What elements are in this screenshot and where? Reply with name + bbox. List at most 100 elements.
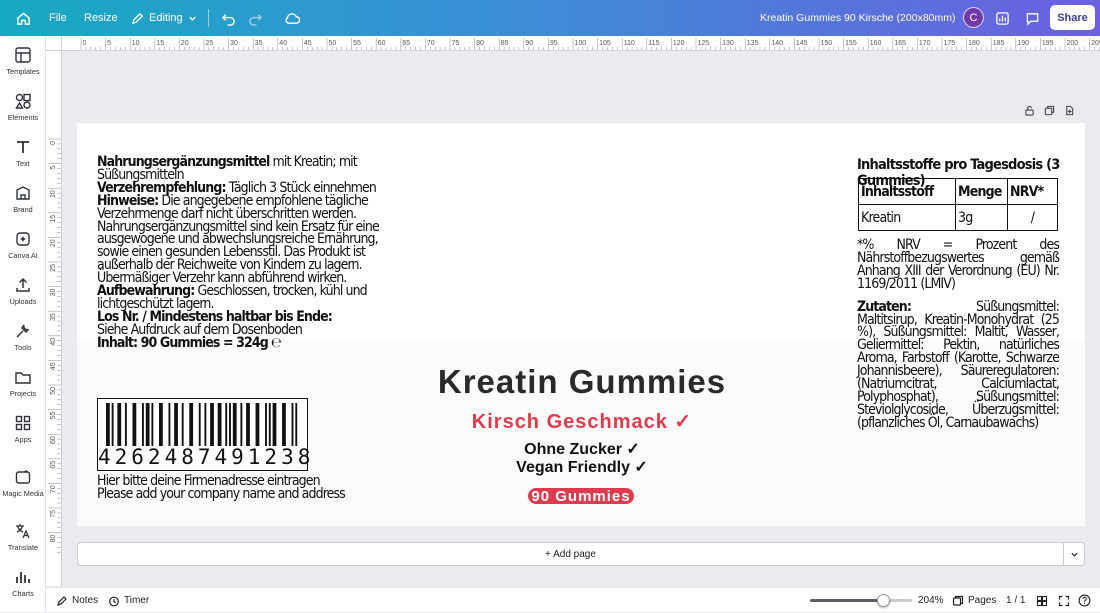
pages-button[interactable]: Pages <box>952 588 996 613</box>
help-icon[interactable] <box>1078 588 1091 613</box>
ruler-tick-label: 195 <box>1042 40 1054 47</box>
vertical-ruler[interactable]: 0 5 10 15 20 25 30 35 40 45 50 55 60 65 70 75 80 <box>46 51 62 586</box>
timer-button[interactable]: Timer <box>108 588 149 613</box>
nutrition-table-header: Inhaltsstoff Menge NRV* <box>858 178 1058 205</box>
sidebar-item-label: Canva AI <box>8 251 38 260</box>
sidebar-item-brand[interactable]: Brand <box>0 178 46 222</box>
add-page-button[interactable]: + Add page <box>77 542 1064 566</box>
nutrition-table[interactable]: Inhaltsstoff Menge NRV* Kreatin 3g / <box>858 178 1058 231</box>
vertical-ruler-ticks: 0 5 10 15 20 25 30 35 40 45 50 55 60 65 70 75 80 <box>48 138 61 553</box>
top-bar: File Resize Editing Kreatin Gummies 90 K… <box>0 0 1100 36</box>
sidebar-item-tools[interactable]: Tools <box>0 316 46 360</box>
home-icon[interactable] <box>13 8 33 28</box>
ruler-tick-label: 105 <box>599 40 611 47</box>
ruler-tick-label: 65 <box>50 461 57 469</box>
magic-media-icon <box>15 469 31 484</box>
notes-button[interactable]: Notes <box>56 588 98 613</box>
sidebar-item-templates[interactable]: Templates <box>0 40 46 84</box>
brand-icon <box>16 186 30 200</box>
ruler-tick-label: 80 <box>50 535 57 543</box>
content-label: Inhalt: 90 Gummies = 324g <box>97 334 269 351</box>
ruler-tick-label: 180 <box>968 40 980 47</box>
ruler-tick-label: 120 <box>673 40 685 47</box>
sidebar-item-charts[interactable]: Charts <box>0 562 46 606</box>
editing-mode-label: Editing <box>149 12 183 24</box>
tools-icon <box>16 324 30 338</box>
resize-menu[interactable]: Resize <box>84 0 118 36</box>
fullscreen-icon[interactable] <box>1058 588 1070 613</box>
sugar-free-claim[interactable]: Ohne Zucker ✓ <box>407 439 757 459</box>
barcode-bar <box>295 403 298 446</box>
comment-icon[interactable] <box>1022 8 1042 28</box>
barcode-bar <box>282 403 286 446</box>
undo-icon[interactable] <box>218 8 238 28</box>
barcode-bar <box>174 403 178 446</box>
barcode-bar <box>159 403 163 446</box>
redo-icon[interactable] <box>245 8 265 28</box>
text-icon <box>17 141 29 153</box>
barcode-bar <box>291 403 294 446</box>
sidebar-item-canva-ai[interactable]: Canva AI <box>0 224 46 268</box>
ruler-tick-label: 115 <box>648 40 659 47</box>
barcode[interactable]: 4262487491238 <box>97 398 310 471</box>
sidebar-item-text[interactable]: Text <box>0 132 46 176</box>
zoom-slider-fill <box>810 599 884 602</box>
ingredients-value: Süßungsmittel: Maltitsirup, Kreatin-Mono… <box>857 298 1060 431</box>
zoom-slider[interactable] <box>810 594 912 607</box>
avatar[interactable]: C <box>963 7 984 28</box>
zoom-slider-handle[interactable] <box>877 594 891 607</box>
add-page-icon[interactable] <box>1062 103 1076 117</box>
sidebar-item-projects[interactable]: Projects <box>0 362 46 406</box>
insights-icon[interactable] <box>992 8 1012 28</box>
sidebar-item-uploads[interactable]: Uploads <box>0 270 46 314</box>
sidebar-item-elements[interactable]: Elements <box>0 86 46 130</box>
zoom-level[interactable]: 204% <box>918 588 944 613</box>
company-address-placeholder[interactable]: Hier bitte deine Firmenadresse eintragen… <box>97 474 387 501</box>
sidebar-item-magic-media[interactable]: Magic Media <box>0 462 46 506</box>
ruler-tick-label: 65 <box>402 40 410 47</box>
share-button[interactable]: Share <box>1050 5 1095 30</box>
table-header-cell: Menge <box>955 178 1008 205</box>
ruler-tick-label: 75 <box>452 40 460 47</box>
ruler-tick-label: 135 <box>747 40 759 47</box>
document-title[interactable]: Kreatin Gummies 90 Kirsche (200x80mm) <box>760 0 956 36</box>
ingredients: Zutaten: Süßungsmittel: Maltitsirup, Kre… <box>857 298 1060 431</box>
uploads-icon <box>16 277 30 292</box>
lock-icon[interactable] <box>1022 103 1036 117</box>
product-title[interactable]: Kreatin Gummies <box>407 363 757 401</box>
cloud-save-icon[interactable] <box>282 8 302 28</box>
left-info-text[interactable]: Nahrungsergänzungsmittel mit Kreatin; mi… <box>97 155 387 351</box>
grid-view-icon[interactable] <box>1036 588 1048 613</box>
vegan-claim[interactable]: Vegan Friendly ✓ <box>407 457 757 477</box>
sidebar-item-translate[interactable]: Translate <box>0 516 46 560</box>
barcode-bar <box>240 403 243 446</box>
count-badge[interactable]: 90 Gummies <box>528 488 634 505</box>
duplicate-page-icon[interactable] <box>1042 103 1056 117</box>
file-menu[interactable]: File <box>49 0 67 36</box>
add-page-options-button[interactable] <box>1063 542 1085 566</box>
barcode-bar <box>111 403 114 446</box>
ruler-tick-label: 70 <box>50 485 57 493</box>
barcode-bar <box>181 403 184 446</box>
design-page[interactable]: Nahrungsergänzungsmittel mit Kreatin; mi… <box>77 123 1085 526</box>
sidebar-item-apps[interactable]: Apps <box>0 408 46 452</box>
ruler-tick-label: 45 <box>304 40 312 47</box>
sidebar-item-label: Tools <box>14 343 32 352</box>
ruler-tick-label: 200 <box>1067 40 1079 47</box>
barcode-bar <box>255 403 260 446</box>
estimated-sign: ℮ <box>270 334 282 351</box>
product-description: Nahrungsergänzungsmittel mit Kreatin; mi… <box>97 155 387 182</box>
sidebar-item-label: Translate <box>7 543 39 552</box>
horizontal-ruler[interactable]: 0 5 10 15 20 25 30 35 40 45 50 55 60 65 70 75 80 85 90 95 10… <box>62 36 1100 51</box>
pages-icon <box>952 595 964 606</box>
ruler-tick-label: 90 <box>525 40 533 47</box>
editing-mode-dropdown[interactable]: Editing <box>131 0 197 36</box>
elements-icon <box>15 93 31 109</box>
barcode-bar <box>151 403 154 446</box>
right-info-text[interactable]: *% NRV = Prozent des Nährstoffbezugswert… <box>857 238 1060 440</box>
barcode-bar <box>265 403 267 446</box>
page-counter[interactable]: 1 / 1 <box>1006 588 1025 613</box>
ruler-tick-label: 30 <box>230 40 238 47</box>
ruler-tick-label: 85 <box>501 40 509 47</box>
flavor-line[interactable]: Kirsch Geschmack ✓ <box>407 409 757 434</box>
